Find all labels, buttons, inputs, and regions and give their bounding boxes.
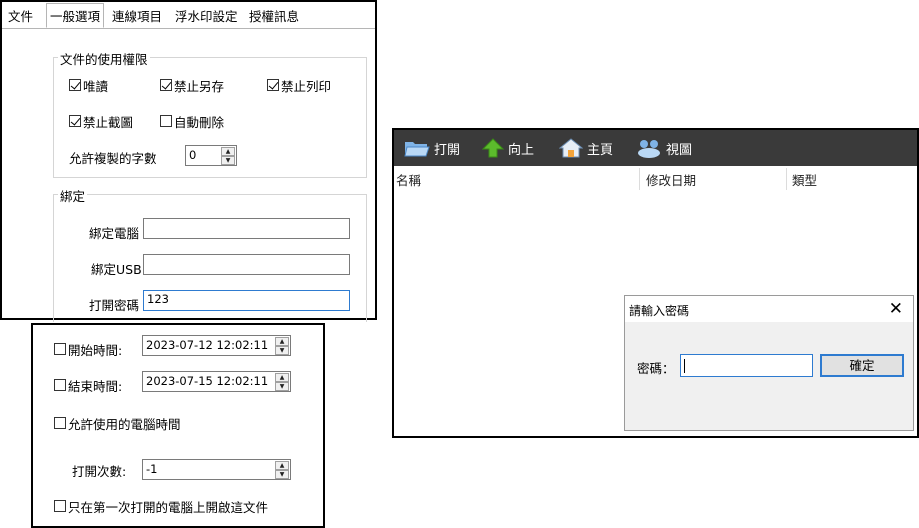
copy-chars-label: 允許複製的字數 [69, 151, 157, 166]
allow-pc-time-checkmark [54, 417, 66, 429]
dialog-titlebar: 請輸入密碼 ✕ [625, 296, 913, 322]
end-time-picker[interactable]: 2023-07-15 12:02:11 ▲ ▼ [142, 371, 291, 392]
allow-pc-time-label: 允許使用的電腦時間 [68, 416, 181, 432]
no-screenshot-label: 禁止截圖 [83, 114, 134, 130]
open-password-field[interactable]: 123 [143, 290, 350, 311]
no-print-checkmark [267, 79, 279, 91]
first-pc-only-checkbox[interactable]: 只在第一次打開的電腦上開啟這文件 [54, 498, 269, 515]
start-time-value: 2023-07-12 12:02:11 [146, 338, 269, 352]
open-label: 打開 [434, 142, 461, 158]
home-label: 主頁 [587, 142, 614, 158]
toolbar: 打開 向上 主頁 視圖 [394, 130, 917, 166]
start-time-checkmark [54, 343, 66, 355]
spin-up-icon[interactable]: ▲ [221, 147, 235, 156]
column-divider[interactable] [639, 168, 640, 190]
spin-down-icon[interactable]: ▼ [275, 382, 289, 391]
binding-legend: 綁定 [58, 186, 88, 205]
copy-chars-spinner[interactable]: 0 ▲ ▼ [185, 145, 237, 166]
open-count-value: -1 [146, 462, 158, 476]
read-only-checkmark [69, 79, 81, 91]
column-divider[interactable] [786, 168, 787, 190]
permissions-legend: 文件的使用權限 [58, 49, 150, 68]
no-save-as-checkbox[interactable]: 禁止另存 [160, 77, 225, 94]
home-button[interactable]: 主頁 [559, 130, 613, 166]
end-time-checkmark [54, 379, 66, 391]
first-pc-only-checkmark [54, 500, 66, 512]
allow-pc-time-checkbox[interactable]: 允許使用的電腦時間 [54, 415, 181, 432]
time-settings-panel: 開始時間: 2023-07-12 12:02:11 ▲ ▼ 結束時間: 2023-… [31, 323, 325, 528]
spin-down-icon[interactable]: ▼ [275, 470, 289, 479]
bind-usb-field[interactable] [143, 254, 350, 275]
read-only-checkbox[interactable]: 唯讀 [69, 77, 109, 94]
view-button[interactable]: 視圖 [636, 130, 692, 166]
no-screenshot-checkbox[interactable]: 禁止截圖 [69, 113, 134, 130]
ok-button[interactable]: 確定 [820, 354, 904, 377]
start-time-picker[interactable]: 2023-07-12 12:02:11 ▲ ▼ [142, 335, 291, 356]
view-label: 視圖 [666, 142, 693, 158]
arrow-up-icon [482, 138, 504, 158]
spin-up-icon[interactable]: ▲ [275, 461, 289, 470]
no-print-label: 禁止列印 [281, 78, 332, 94]
tab-connection-items[interactable]: 連線項目 [109, 6, 165, 27]
first-pc-only-label: 只在第一次打開的電腦上開啟這文件 [68, 499, 269, 515]
file-browser-window: 打開 向上 主頁 視圖 名稱 修改日期 類型 請輸入密碼 ✕ 密碼： 確定 [392, 128, 919, 438]
password-dialog: 請輸入密碼 ✕ 密碼： 確定 [624, 295, 914, 431]
read-only-label: 唯讀 [83, 78, 109, 94]
copy-chars-value: 0 [189, 148, 197, 162]
column-header-name[interactable]: 名稱 [396, 170, 421, 189]
open-count-label: 打開次數: [72, 464, 127, 479]
end-time-value: 2023-07-15 12:02:11 [146, 374, 269, 388]
bind-usb-label: 綁定USB [91, 262, 142, 277]
dialog-title: 請輸入密碼 [629, 304, 690, 318]
bind-pc-field[interactable] [143, 218, 350, 239]
settings-panel: 文件 一般選項 連線項目 浮水印設定 授權訊息 文件的使用權限 唯讀 禁止另存 … [0, 0, 377, 322]
spin-down-icon[interactable]: ▼ [221, 156, 235, 165]
no-print-checkbox[interactable]: 禁止列印 [267, 77, 332, 94]
no-save-as-label: 禁止另存 [174, 78, 225, 94]
spin-up-icon[interactable]: ▲ [275, 337, 289, 346]
auto-delete-checkmark [160, 115, 172, 127]
bind-pc-label: 綁定電腦 [89, 226, 140, 241]
start-time-label: 開始時間: [68, 342, 123, 358]
auto-delete-checkbox[interactable]: 自動刪除 [160, 113, 225, 130]
home-icon [559, 138, 583, 158]
end-time-checkbox[interactable]: 結束時間: [54, 377, 123, 394]
view-icon [638, 140, 660, 158]
spin-up-icon[interactable]: ▲ [275, 373, 289, 382]
column-header-modified[interactable]: 修改日期 [646, 170, 696, 189]
folder-open-icon [404, 142, 430, 157]
tab-general-options[interactable]: 一般選項 [46, 3, 105, 28]
open-password-label: 打開密碼 [89, 298, 140, 313]
no-save-as-checkmark [160, 79, 172, 91]
end-time-label: 結束時間: [68, 378, 123, 394]
up-label: 向上 [508, 142, 535, 158]
spin-down-icon[interactable]: ▼ [275, 346, 289, 355]
close-icon[interactable]: ✕ [889, 299, 903, 319]
open-count-spinner[interactable]: -1 ▲ ▼ [142, 459, 291, 480]
column-header-type[interactable]: 類型 [792, 170, 817, 189]
tab-document[interactable]: 文件 [5, 6, 36, 27]
tab-watermark-settings[interactable]: 浮水印設定 [172, 6, 241, 27]
text-caret [684, 359, 685, 373]
tab-license-info[interactable]: 授權訊息 [246, 6, 302, 27]
open-button[interactable]: 打開 [404, 130, 460, 166]
no-screenshot-checkmark [69, 115, 81, 127]
password-input[interactable] [680, 354, 813, 377]
auto-delete-label: 自動刪除 [174, 114, 225, 130]
up-button[interactable]: 向上 [482, 130, 534, 166]
password-label: 密碼： [637, 361, 675, 376]
start-time-checkbox[interactable]: 開始時間: [54, 341, 123, 358]
tab-bar: 文件 一般選項 連線項目 浮水印設定 授權訊息 [2, 2, 375, 29]
